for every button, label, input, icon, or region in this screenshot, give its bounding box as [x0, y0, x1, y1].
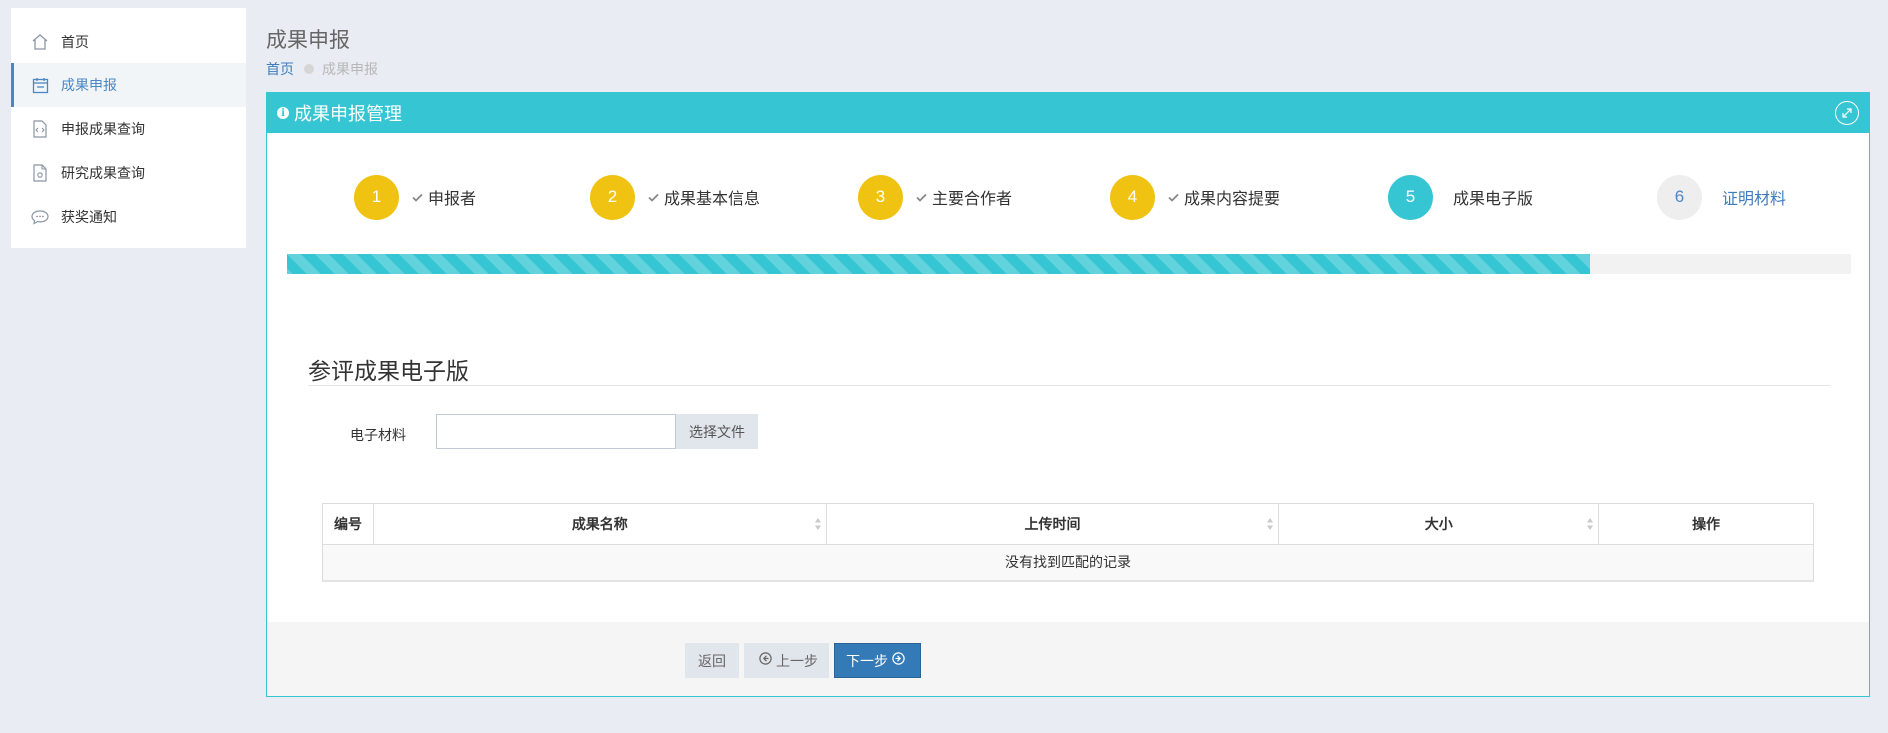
section-divider	[308, 385, 1830, 386]
upload-field-label: 电子材料	[350, 428, 406, 444]
step-number: 2	[590, 174, 635, 220]
step-1[interactable]: 1 申报者	[354, 174, 476, 220]
step-label: 成果基本信息	[664, 189, 761, 208]
step-label: 主要合作者	[932, 189, 1013, 208]
sidebar-item-award-notice[interactable]: 获奖通知	[11, 195, 246, 239]
empty-table-message: 没有找到匹配的记录	[322, 544, 1814, 582]
info-icon: i	[277, 107, 289, 119]
sidebar-item-home[interactable]: 首页	[11, 20, 246, 64]
breadcrumb-home-link[interactable]: 首页	[266, 59, 294, 79]
step-label: 成果内容提要	[1184, 189, 1281, 208]
column-header-upload-time[interactable]: 上传时间	[825, 503, 1280, 545]
check-icon	[412, 193, 423, 202]
sort-icon	[1586, 517, 1594, 535]
step-6[interactable]: 6 证明材料	[1657, 174, 1786, 220]
check-icon	[916, 193, 927, 202]
form-actions-bar	[267, 622, 1869, 696]
panel-header: i 成果申报管理	[267, 93, 1869, 133]
previous-step-label: 上一步	[776, 653, 818, 670]
next-step-label: 下一步	[846, 653, 888, 670]
chat-bubble-icon	[29, 206, 51, 228]
sort-icon	[814, 517, 822, 535]
sidebar: 首页 成果申报 申报成果查询 研究成果查询 获奖通知	[11, 8, 246, 248]
sidebar-item-label: 申报成果查询	[61, 122, 145, 138]
step-number: 6	[1657, 174, 1702, 220]
step-label: 证明材料	[1722, 189, 1787, 208]
progress-fill	[287, 254, 1591, 274]
arrow-right-circle-icon	[888, 652, 909, 669]
column-header-label: 大小	[1424, 517, 1453, 533]
breadcrumb-current: 成果申报	[322, 62, 378, 78]
table-row: 没有找到匹配的记录	[322, 544, 1814, 582]
column-header-name[interactable]: 成果名称	[372, 503, 827, 545]
breadcrumb-separator	[304, 64, 314, 74]
check-icon	[648, 193, 659, 202]
check-icon	[1168, 193, 1179, 202]
breadcrumb: 首页 成果申报	[266, 59, 378, 79]
next-step-button[interactable]: 下一步	[834, 643, 921, 678]
page-title: 成果申报	[266, 28, 350, 52]
arrow-left-circle-icon	[755, 652, 776, 669]
step-label: 申报者	[428, 189, 477, 208]
step-4[interactable]: 4 成果内容提要	[1110, 174, 1280, 220]
step-label: 成果电子版	[1453, 189, 1534, 208]
step-number: 5	[1388, 174, 1433, 220]
column-header-actions: 操作	[1598, 503, 1814, 545]
panel-title: 成果申报管理	[294, 104, 402, 125]
sidebar-item-achievement-report[interactable]: 成果申报	[11, 63, 246, 107]
progress-bar	[287, 254, 1851, 274]
choose-file-button[interactable]: 选择文件	[676, 414, 758, 449]
sidebar-item-report-query[interactable]: 申报成果查询	[11, 107, 246, 151]
section-title: 参评成果电子版	[308, 359, 469, 385]
column-header-label: 成果名称	[571, 517, 628, 533]
files-table: 编号 成果名称 上传时间 大小 操作 没有找到匹配的记录	[322, 503, 1814, 582]
sidebar-item-label: 首页	[61, 35, 89, 51]
sidebar-item-label: 成果申报	[61, 78, 117, 94]
step-number: 1	[354, 174, 399, 220]
file-path-input[interactable]	[436, 414, 676, 449]
table-header-row: 编号 成果名称 上传时间 大小 操作	[322, 503, 1814, 545]
previous-step-button[interactable]: 上一步	[744, 643, 829, 678]
step-number: 4	[1110, 174, 1155, 220]
column-header-id: 编号	[322, 503, 374, 545]
step-5[interactable]: 5 成果电子版	[1388, 174, 1533, 220]
back-button[interactable]: 返回	[685, 643, 739, 678]
column-header-label: 上传时间	[1024, 517, 1081, 533]
sidebar-item-label: 研究成果查询	[61, 166, 145, 182]
sort-icon	[1266, 517, 1274, 535]
back-button-label: 返回	[698, 653, 726, 670]
report-management-panel: i 成果申报管理 1 申报者 2 成果基本信息 3 主要合作者 4 成果内容提要…	[266, 92, 1870, 697]
code-file-icon	[29, 118, 51, 140]
column-header-size[interactable]: 大小	[1278, 503, 1600, 545]
sidebar-item-research-query[interactable]: 研究成果查询	[11, 151, 246, 195]
calendar-icon	[29, 74, 51, 96]
sidebar-item-label: 获奖通知	[61, 210, 117, 226]
step-3[interactable]: 3 主要合作者	[858, 174, 1012, 220]
home-icon	[29, 31, 51, 53]
step-number: 3	[858, 174, 903, 220]
step-2[interactable]: 2 成果基本信息	[590, 174, 760, 220]
fullscreen-icon[interactable]	[1835, 101, 1859, 125]
file-icon	[29, 162, 51, 184]
